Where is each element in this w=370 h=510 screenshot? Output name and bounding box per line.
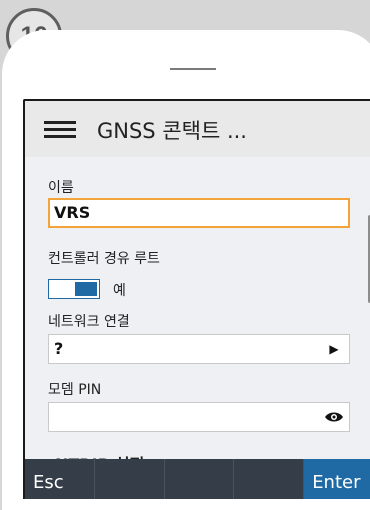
name-label: 이름 [48,180,74,196]
network-connection-label: 네트워크 연결 [48,314,130,330]
softkey-3[interactable] [165,459,235,499]
esc-button[interactable]: Esc [25,459,95,499]
route-toggle[interactable] [48,279,100,299]
network-connection-value: ? [54,339,64,358]
hamburger-menu-icon[interactable] [44,121,76,138]
name-field[interactable]: VRS [48,198,350,228]
network-connection-select[interactable]: ? ▶ [48,334,350,364]
app-screen: GNSS 콘택트 ... 이름 VRS 컨트롤러 경유 루트 예 네트워크 연결… [23,99,370,499]
enter-button[interactable]: Enter [304,459,370,499]
title-bar: GNSS 콘택트 ... [25,101,370,157]
softkey-2[interactable] [95,459,165,499]
dropdown-arrow-icon[interactable]: ▶ [319,335,349,363]
modem-pin-label: 모뎀 PIN [48,382,102,398]
device-handle [170,68,216,70]
softkey-4[interactable] [234,459,305,499]
page-title: GNSS 콘택트 ... [97,119,247,143]
route-via-controller-label: 컨트롤러 경유 루트 [48,251,160,267]
form-area: 이름 VRS 컨트롤러 경유 루트 예 네트워크 연결 ? ▶ 모뎀 PIN N… [25,157,370,474]
softkey-bar: Esc Enter [25,459,370,499]
modem-pin-field[interactable] [48,402,350,432]
route-toggle-label: 예 [113,283,126,299]
toggle-knob [75,282,97,296]
show-password-eye-icon[interactable] [319,403,349,431]
